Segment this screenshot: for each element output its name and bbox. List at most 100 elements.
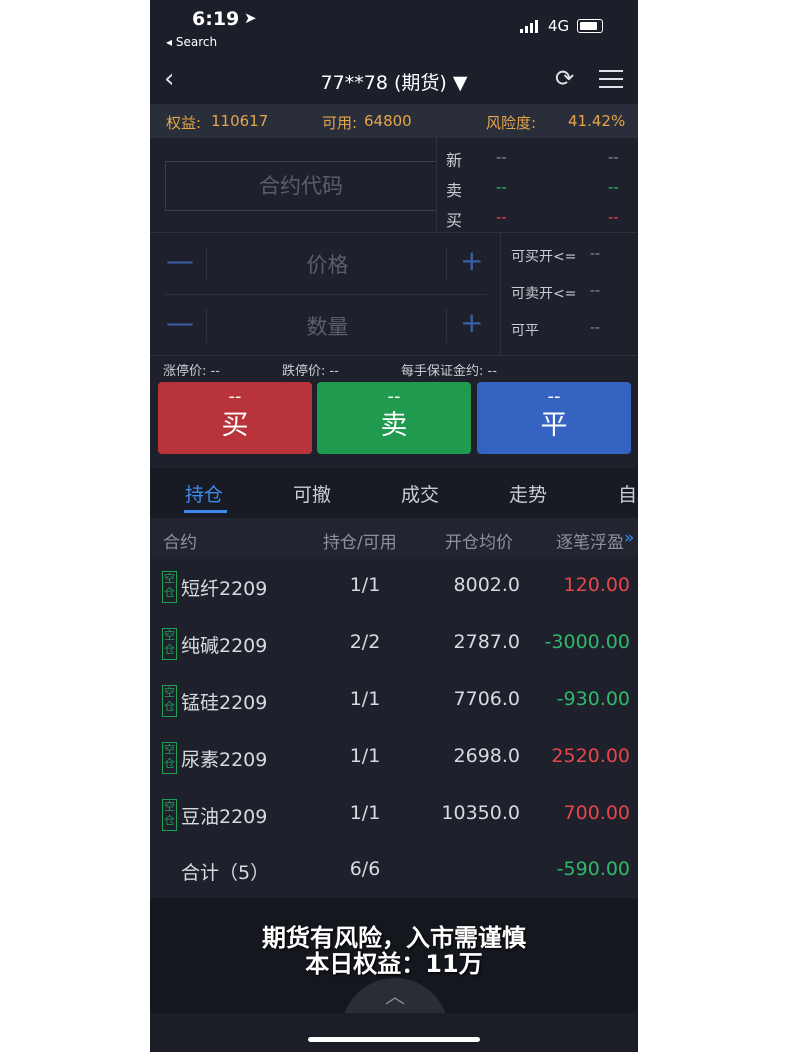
col-hold-available: 持仓/可用 <box>323 533 397 553</box>
divider <box>446 309 447 343</box>
margin-per-lot: 每手保证金约: -- <box>401 364 497 379</box>
price-plus-button[interactable]: + <box>460 244 483 277</box>
floating-pnl: 2520.00 <box>551 745 630 767</box>
divider <box>436 138 437 232</box>
tab-positions[interactable]: 持仓 <box>185 480 223 507</box>
total-hold: 6/6 <box>349 858 381 880</box>
tab-custom[interactable]: 自 <box>618 480 637 507</box>
quantity-input[interactable]: 数量 <box>210 311 445 341</box>
contract-code-input[interactable]: 合约代码 <box>165 161 437 211</box>
hold-available: 1/1 <box>349 802 381 824</box>
qty-plus-button[interactable]: + <box>460 306 483 339</box>
quote-ask-volume: -- <box>608 178 619 196</box>
price-input[interactable]: 价格 <box>210 249 445 279</box>
floating-pnl: 120.00 <box>563 574 630 596</box>
network-type: 4G <box>548 17 570 35</box>
short-position-tag: 空仓 <box>162 685 177 717</box>
daily-equity-caption: 本日权益：11万 <box>305 950 483 978</box>
table-row[interactable]: 空仓 尿素2209 1/1 2698.0 2520.00 <box>150 729 638 787</box>
quote-bid-label: 买 <box>446 211 463 230</box>
buy-button[interactable]: -- 买 <box>158 382 312 454</box>
contract-name: 尿素2209 <box>181 749 268 771</box>
short-position-tag: 空仓 <box>162 628 177 660</box>
divider <box>150 355 638 356</box>
equity-value: 110617 <box>211 112 269 130</box>
hold-available: 2/2 <box>349 631 381 653</box>
tab-trend[interactable]: 走势 <box>509 480 547 507</box>
divider <box>206 247 207 281</box>
quote-last-price: -- <box>496 148 507 166</box>
table-row[interactable]: 空仓 锰硅2209 1/1 7706.0 -930.00 <box>150 672 638 730</box>
more-columns-icon[interactable]: » <box>624 528 634 548</box>
qty-minus-button[interactable]: — <box>166 306 194 339</box>
quote-ask-label: 卖 <box>446 181 463 200</box>
buy-price: -- <box>228 386 242 407</box>
table-row[interactable]: 空仓 纯碱2209 2/2 2787.0 -3000.00 <box>150 615 638 673</box>
sell-label: 卖 <box>380 410 408 441</box>
avg-open-price: 2698.0 <box>453 745 520 767</box>
tab-cancelable[interactable]: 可撤 <box>293 480 331 507</box>
close-position-button[interactable]: -- 平 <box>477 382 631 454</box>
col-floating-pnl: 逐笔浮盈 <box>556 533 624 553</box>
sell-price: -- <box>387 386 401 407</box>
refresh-icon[interactable]: ⟳ <box>555 66 574 92</box>
tab-trades[interactable]: 成交 <box>401 480 439 507</box>
table-row[interactable]: 空仓 短纤2209 1/1 8002.0 120.00 <box>150 558 638 616</box>
tab-bar: 持仓 可撤 成交 走势 自 <box>150 468 638 518</box>
quote-bid-price: -- <box>496 208 507 226</box>
limit-up-price: 涨停价: -- <box>163 364 220 379</box>
active-tab-indicator <box>184 510 227 513</box>
max-close-label: 可平 <box>511 323 539 339</box>
table-row[interactable]: 空仓 豆油2209 1/1 10350.0 700.00 <box>150 786 638 844</box>
quote-bid-volume: -- <box>608 208 619 226</box>
contract-name: 豆油2209 <box>181 806 268 828</box>
divider <box>500 232 501 356</box>
col-avg-open-price: 开仓均价 <box>445 533 513 553</box>
floating-pnl: -3000.00 <box>544 631 630 653</box>
price-minus-button[interactable]: — <box>166 244 194 277</box>
menu-list-icon[interactable] <box>599 70 623 94</box>
avg-open-price: 2787.0 <box>453 631 520 653</box>
nav-bar: ‹ 77**78 (期货) ▼ ⟳ <box>150 58 638 104</box>
avg-open-price: 10350.0 <box>441 802 520 824</box>
avg-open-price: 8002.0 <box>453 574 520 596</box>
available-value: 64800 <box>364 112 412 130</box>
equity-label: 权益: <box>166 114 202 132</box>
close-label: 平 <box>540 410 568 441</box>
back-to-app-link[interactable]: ◂ Search <box>166 35 217 49</box>
divider <box>206 309 207 343</box>
quote-ask-price: -- <box>496 178 507 196</box>
short-position-tag: 空仓 <box>162 571 177 603</box>
contract-name: 纯碱2209 <box>181 635 268 657</box>
quote-last-label: 新 <box>446 151 463 170</box>
contract-name: 锰硅2209 <box>181 692 268 714</box>
contract-name: 短纤2209 <box>181 578 268 600</box>
positions-table-header: 合约 持仓/可用 开仓均价 逐笔浮盈 » <box>150 518 638 558</box>
quote-last-volume: -- <box>608 148 619 166</box>
cell-signal-icon <box>520 20 538 33</box>
divider <box>150 232 638 233</box>
risk-value: 41.42% <box>568 112 626 130</box>
sell-button[interactable]: -- 卖 <box>317 382 471 454</box>
max-sell-open-label: 可卖开<= <box>511 286 577 302</box>
max-buy-open-value: -- <box>590 246 601 262</box>
phone-screen: 6:19 ➤ ◂ Search 4G ‹ 77**78 (期货) ▼ ⟳ 权益:… <box>150 0 638 1052</box>
floating-pnl: 700.00 <box>563 802 630 824</box>
hold-available: 1/1 <box>349 574 381 596</box>
hold-available: 1/1 <box>349 745 381 767</box>
max-sell-open-value: -- <box>590 283 601 299</box>
status-time: 6:19 <box>192 8 240 30</box>
floating-pnl: -930.00 <box>556 688 630 710</box>
total-label: 合计（5） <box>181 862 270 884</box>
battery-icon <box>577 19 603 33</box>
max-buy-open-label: 可买开<= <box>511 249 577 265</box>
divider <box>165 294 487 295</box>
divider <box>446 247 447 281</box>
home-indicator[interactable] <box>308 1037 480 1042</box>
status-bar: 6:19 ➤ ◂ Search 4G <box>150 0 638 58</box>
max-close-value: -- <box>590 320 601 336</box>
limit-down-price: 跌停价: -- <box>282 364 339 379</box>
col-contract: 合约 <box>163 533 197 553</box>
total-row: 合计（5） 6/6 -590.00 <box>150 842 638 898</box>
short-position-tag: 空仓 <box>162 799 177 831</box>
